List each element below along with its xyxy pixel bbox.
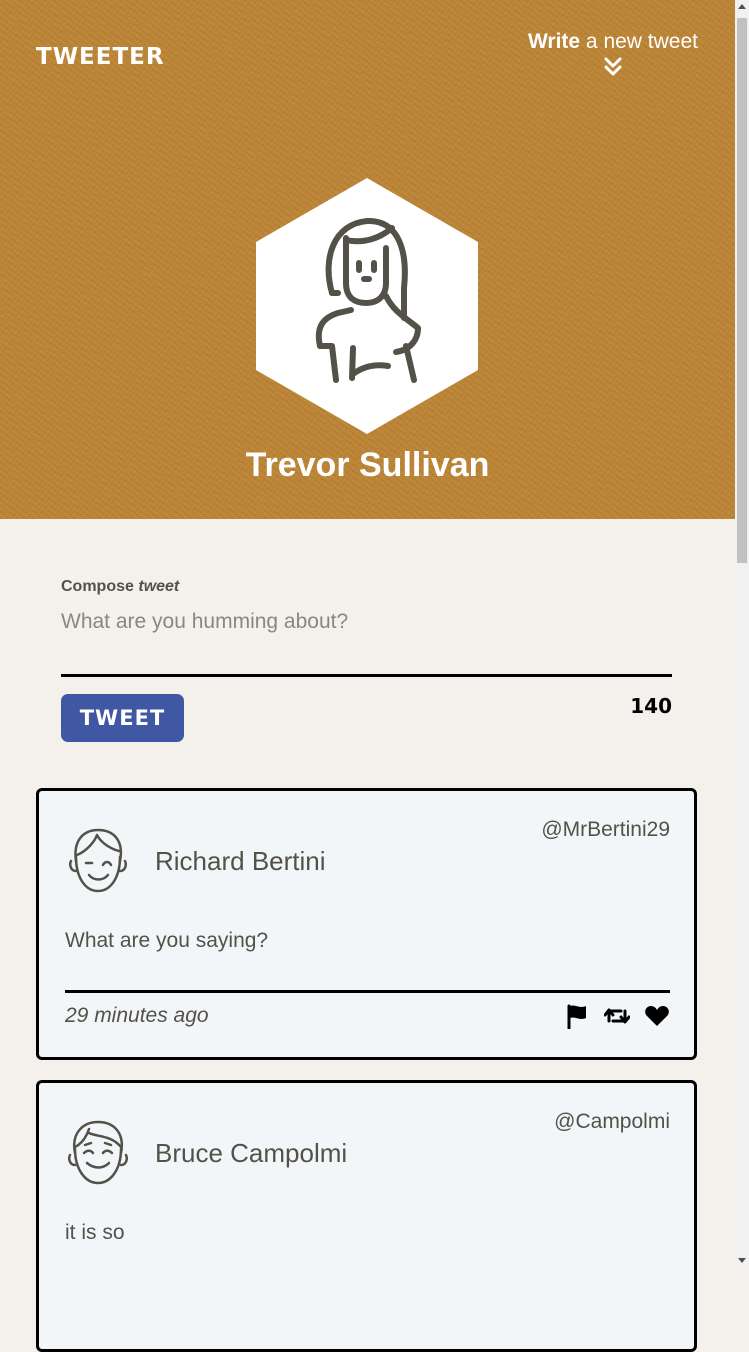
user-avatar-icon: [67, 1120, 129, 1185]
compose-label-bold: Compose: [61, 578, 134, 595]
tweet-divider: [65, 990, 670, 993]
tweet-card: Bruce Campolmi @Campolmi it is so: [36, 1080, 697, 1352]
compose-label: Compose tweet: [61, 578, 179, 596]
character-counter: 140: [630, 694, 672, 718]
scrollbar-thumb[interactable]: [737, 18, 747, 563]
write-label-rest: a new tweet: [580, 30, 698, 53]
flag-icon[interactable]: [564, 1003, 590, 1029]
tweet-card: Richard Bertini @MrBertini29 What are yo…: [36, 788, 697, 1060]
tweet-text: it is so: [65, 1221, 125, 1244]
brand-logo[interactable]: TWEETER: [36, 44, 165, 70]
profile-avatar: [256, 178, 478, 434]
page-scrollbar[interactable]: [735, 0, 749, 1267]
compose-tweet-input[interactable]: [61, 610, 672, 677]
tweet-author-name: Richard Bertini: [155, 846, 326, 876]
scroll-down-icon[interactable]: [738, 1258, 746, 1263]
tweet-submit-button[interactable]: TWEET: [61, 694, 184, 742]
user-avatar-icon: [68, 828, 128, 893]
tweet-timestamp: 29 minutes ago: [65, 1004, 209, 1027]
tweet-author-handle[interactable]: @MrBertini29: [541, 818, 670, 842]
write-new-tweet-toggle[interactable]: Write a new tweet: [528, 30, 698, 78]
tweet-author-name: Bruce Campolmi: [155, 1138, 348, 1168]
double-chevron-down-icon[interactable]: [602, 56, 624, 78]
profile-name: Trevor Sullivan: [245, 446, 490, 484]
compose-label-italic: tweet: [138, 578, 180, 595]
retweet-icon[interactable]: [604, 1003, 630, 1029]
heart-icon[interactable]: [644, 1003, 670, 1029]
tweet-actions: [564, 1003, 670, 1029]
tweet-author-handle[interactable]: @Campolmi: [554, 1110, 670, 1134]
tweet-text: What are you saying?: [65, 929, 269, 952]
write-label-bold: Write: [527, 30, 581, 53]
scroll-up-icon[interactable]: [738, 4, 746, 9]
profile-header: TWEETER Write a new tweet Trevor Sulliva…: [0, 0, 735, 519]
